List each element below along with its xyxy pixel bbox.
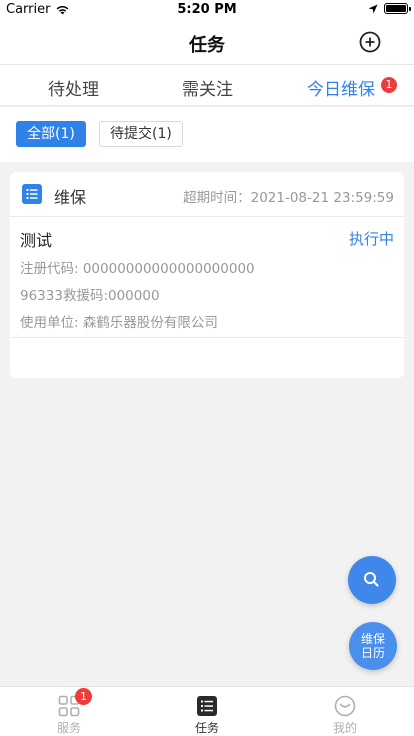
bottom-tab-bar: 1 服务 任务 我的	[0, 686, 414, 736]
tab-attention[interactable]: 需关注	[182, 75, 233, 100]
task-name: 测试	[20, 231, 53, 250]
tabbar-task[interactable]: 任务	[167, 687, 247, 736]
location-arrow-icon	[368, 4, 378, 13]
tabbar-service[interactable]: 1 服务	[29, 687, 109, 736]
status-time: 5:20 PM	[177, 2, 237, 17]
rescue-code: 96333救援码:000000	[20, 288, 160, 304]
tabbar-task-label: 任务	[194, 721, 219, 735]
task-card-header: 维保 超期时间：2021-08-21 23:59:59	[10, 172, 404, 217]
status-right	[368, 3, 411, 14]
battery-icon	[384, 3, 411, 14]
maintenance-calendar-button[interactable]: 维保 日历	[349, 622, 397, 670]
top-tabs: 待处理 需关注 今日维保 1	[0, 64, 414, 106]
task-deadline: 超期时间：2021-08-21 23:59:59	[183, 190, 394, 206]
list-icon	[22, 184, 42, 204]
tabbar-service-label: 服务	[56, 721, 81, 735]
calendar-label-line1: 维保	[360, 632, 385, 646]
status-bar: Carrier 5:20 PM	[0, 0, 414, 20]
calendar-label-line2: 日历	[360, 646, 385, 660]
task-list-icon	[197, 696, 217, 716]
task-status: 执行中	[348, 230, 394, 248]
tab-pending[interactable]: 待处理	[48, 75, 99, 100]
plus-circle-icon[interactable]	[359, 31, 381, 53]
filter-strip: 全部(1) 待提交(1)	[0, 107, 414, 162]
registration-code: 注册代码: 00000000000000000000	[20, 261, 255, 277]
filter-all[interactable]: 全部(1)	[16, 121, 86, 147]
nav-bar: 任务	[0, 20, 414, 64]
smile-icon	[334, 695, 356, 717]
search-icon	[364, 572, 379, 587]
tab-count-badge: 1	[381, 77, 397, 93]
user-unit: 使用单位: 森鹤乐器股份有限公司	[20, 315, 218, 331]
task-card-body: 测试 执行中 注册代码: 00000000000000000000 96333救…	[10, 217, 404, 338]
page-title: 任务	[189, 35, 225, 56]
service-badge: 1	[75, 688, 92, 705]
search-button[interactable]	[348, 556, 396, 604]
filter-to-submit[interactable]: 待提交(1)	[99, 121, 183, 147]
task-card[interactable]: 维保 超期时间：2021-08-21 23:59:59 测试 执行中 注册代码:…	[10, 172, 404, 378]
task-type: 维保	[54, 188, 87, 207]
tab-today-maintenance[interactable]: 今日维保	[307, 75, 375, 100]
tabbar-mine-label: 我的	[332, 721, 357, 735]
tabbar-mine[interactable]: 我的	[305, 687, 385, 736]
